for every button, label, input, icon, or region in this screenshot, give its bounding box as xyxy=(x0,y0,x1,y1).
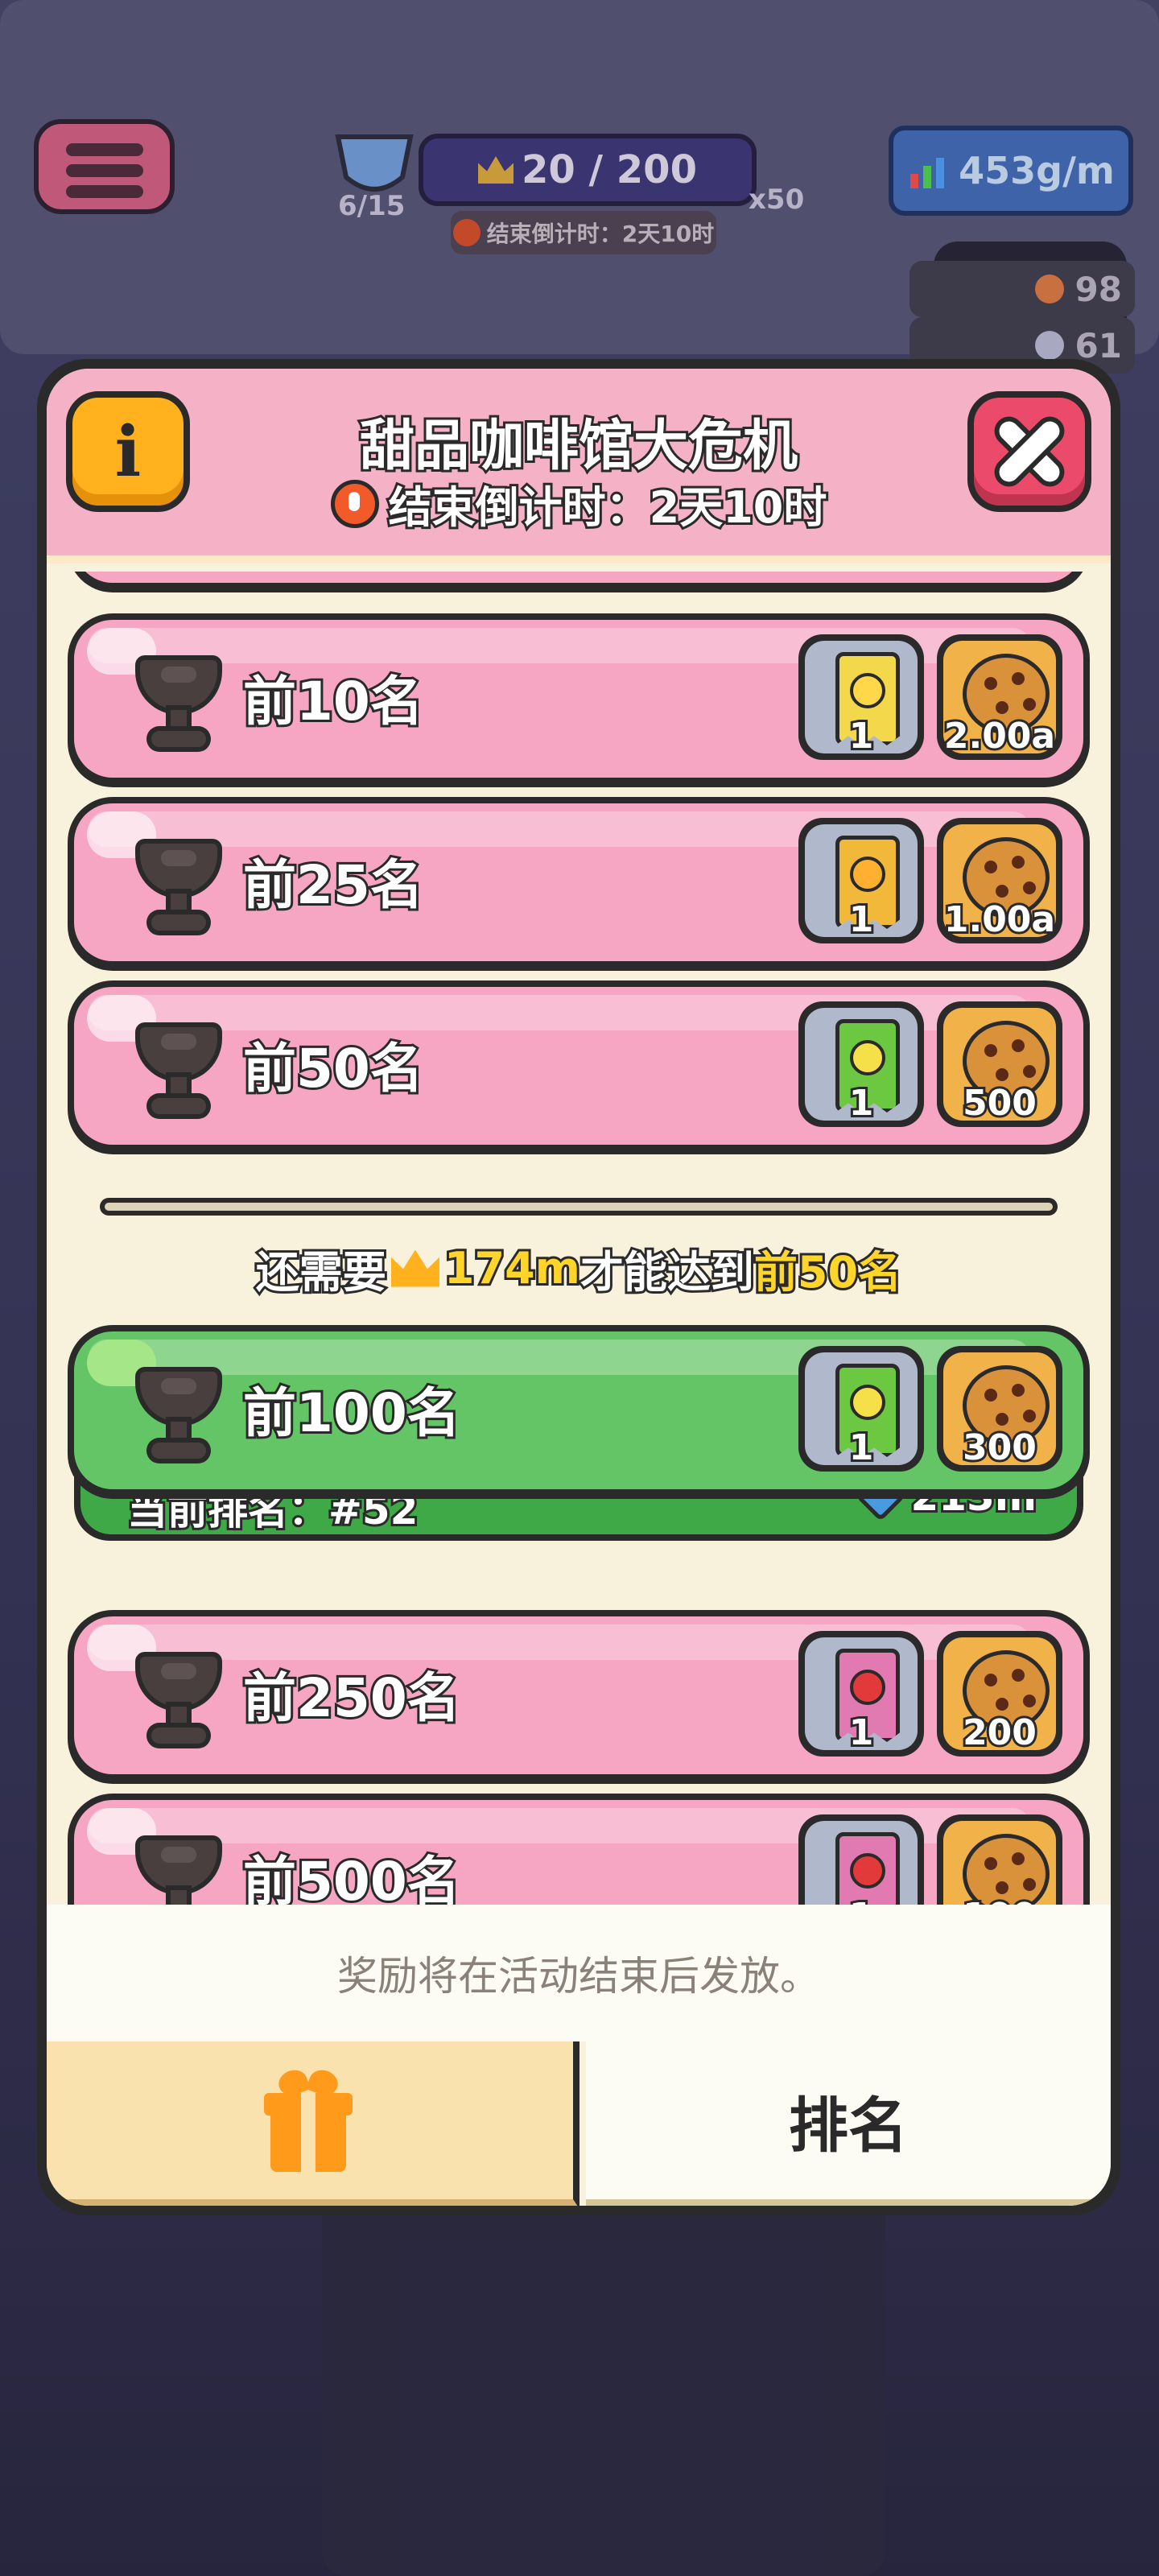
card-pack-quantity: 1 xyxy=(847,1080,876,1126)
pack-fruit-icon xyxy=(850,1040,885,1075)
chart-icon xyxy=(907,150,949,192)
reward-row-face: 前25名 xyxy=(74,803,1083,961)
cookie-reward[interactable]: 300 xyxy=(937,1346,1062,1472)
rank-requirement-text: 还需要 174m 才能达到 前50名 xyxy=(47,1236,1111,1300)
reward-row-face: 前50名 xyxy=(74,987,1083,1145)
modal-header: i 甜品咖啡馆大危机 结束倒计时：2天10时 xyxy=(47,369,1111,564)
tab-rewards[interactable] xyxy=(47,2041,580,2206)
menu-button[interactable] xyxy=(34,119,175,214)
reward-row-face: 前100名 xyxy=(74,1331,1083,1489)
reward-row: 前50名 1 500 xyxy=(68,980,1090,1154)
menu-icon-line xyxy=(66,164,143,177)
production-rate[interactable]: 453g/m xyxy=(889,126,1133,216)
cookie-reward[interactable]: 1.00a xyxy=(937,818,1062,943)
cookie-quantity: 300 xyxy=(960,1425,1039,1471)
card-pack-quantity: 1 xyxy=(847,713,876,759)
pack-fruit-icon xyxy=(850,1385,885,1420)
cookie-quantity: 200 xyxy=(960,1710,1039,1756)
reward-row-face: 前250名 xyxy=(74,1616,1083,1774)
reward-row-face: 前10名 xyxy=(74,620,1083,778)
modal-body: i 甜品咖啡馆大危机 结束倒计时：2天10时 前10名 1 2.00a 前25名… xyxy=(47,369,1111,2206)
cookie-reward[interactable]: 500 xyxy=(937,1001,1062,1127)
card-pack-reward[interactable]: 1 xyxy=(798,1001,924,1127)
card-pack-quantity: 1 xyxy=(847,897,876,943)
multiplier-badge: x50 xyxy=(749,184,805,216)
cup-icon xyxy=(140,1372,217,1460)
event-countdown-text: 结束倒计时：2天10时 xyxy=(386,480,830,535)
resource-icon xyxy=(1034,275,1064,303)
resource-counter-1: 98 xyxy=(909,261,1135,317)
card-pack-reward[interactable]: 1 xyxy=(798,1631,924,1757)
cup-icon xyxy=(140,1027,217,1116)
crown-icon xyxy=(390,1249,439,1287)
pack-fruit-icon xyxy=(850,673,885,708)
need-target: 前50名 xyxy=(752,1245,904,1300)
cookie-quantity: 1.00a xyxy=(942,897,1058,943)
cup-icon xyxy=(140,1657,217,1745)
rank-tier-label: 前100名 xyxy=(241,1380,463,1447)
cookie-reward[interactable]: 200 xyxy=(937,1631,1062,1757)
rank-tier-label: 前50名 xyxy=(241,1035,426,1102)
gift-icon xyxy=(264,2070,353,2172)
pack-fruit-icon xyxy=(850,1853,885,1889)
resource-icon xyxy=(1034,331,1064,360)
card-pack-quantity: 1 xyxy=(847,1425,876,1471)
card-pack-reward[interactable]: 1 xyxy=(798,818,924,943)
reward-row-current: 前100名 1 300 xyxy=(68,1325,1090,1499)
need-amount: 174m xyxy=(442,1241,583,1296)
crown-progress-text: 20 / 200 xyxy=(522,147,697,192)
modal-title: 甜品咖啡馆大危机 xyxy=(357,412,800,481)
event-countdown: 结束倒计时：2天10时 xyxy=(47,472,1111,535)
event-countdown-small-text: 结束倒计时：2天10时 xyxy=(486,221,715,247)
reward-row-face xyxy=(74,572,1083,583)
pack-fruit-icon xyxy=(850,1670,885,1705)
timer-icon xyxy=(330,479,379,528)
rank-tier-label: 前250名 xyxy=(241,1665,463,1732)
need-mid: 才能达到 xyxy=(578,1245,757,1300)
cup-icon xyxy=(140,660,217,749)
tab-ranking[interactable]: 排名 xyxy=(586,2041,1111,2206)
event-rewards-modal: i 甜品咖啡馆大危机 结束倒计时：2天10时 前10名 1 2.00a 前25名… xyxy=(37,359,1120,2215)
resource-2-value: 61 xyxy=(1074,325,1122,365)
menu-icon xyxy=(66,143,143,156)
rank-tier-label: 前25名 xyxy=(241,852,426,919)
ranking-reward-list[interactable]: 前10名 1 2.00a 前25名 1 1.00a 前50名 1 500 还需要… xyxy=(47,572,1111,2104)
card-pack-quantity: 1 xyxy=(847,1710,876,1756)
reward-row: 前25名 1 1.00a xyxy=(68,797,1090,971)
cookie-quantity: 500 xyxy=(960,1080,1039,1126)
resource-1-value: 98 xyxy=(1074,269,1122,309)
reward-row-hidden xyxy=(68,572,1090,592)
card-pack-reward[interactable]: 1 xyxy=(798,634,924,760)
cup-icon xyxy=(140,844,217,932)
pack-fruit-icon xyxy=(850,857,885,892)
trophy-progress: 6/15 xyxy=(338,190,406,222)
reward-row: 前10名 1 2.00a xyxy=(68,613,1090,787)
reward-note: 奖励将在活动结束后发放。 xyxy=(47,1905,1111,2041)
rank-tier-label: 前10名 xyxy=(241,668,426,735)
modal-tabs: 排名 xyxy=(47,2041,1111,2206)
menu-icon-line xyxy=(66,185,143,198)
cookie-reward[interactable]: 2.00a xyxy=(937,634,1062,760)
cookie-quantity: 2.00a xyxy=(942,713,1058,759)
timer-icon xyxy=(452,219,481,246)
card-pack-reward[interactable]: 1 xyxy=(798,1346,924,1472)
event-countdown-small: 结束倒计时：2天10时 xyxy=(451,211,716,254)
crown-progress-bar: 20 / 200 xyxy=(419,134,757,206)
tab-ranking-label: 排名 xyxy=(789,2091,908,2161)
crown-icon xyxy=(478,156,514,184)
rank-divider xyxy=(100,1198,1058,1216)
production-rate-text: 453g/m xyxy=(959,149,1115,192)
close-button[interactable] xyxy=(967,391,1091,512)
reward-row: 前250名 1 200 xyxy=(68,1610,1090,1784)
need-prefix: 还需要 xyxy=(254,1245,389,1300)
